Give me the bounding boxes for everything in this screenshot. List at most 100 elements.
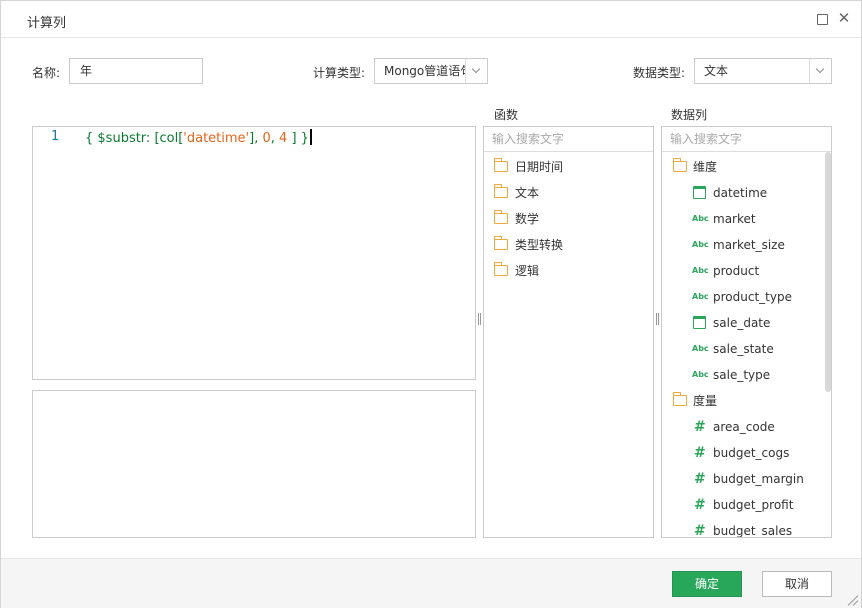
columns-search-input[interactable]: 输入搜索文字	[662, 127, 831, 152]
abc-icon: Abc	[692, 370, 709, 379]
column-item[interactable]: sale_date	[662, 310, 831, 336]
code-string: 'datetime'	[183, 131, 250, 146]
column-name: market	[713, 212, 756, 226]
abc-icon: Abc	[692, 344, 709, 353]
hash-icon: #	[694, 523, 706, 538]
confirm-button[interactable]: 确定	[672, 571, 742, 597]
functions-search-input[interactable]: 输入搜索文字	[484, 127, 653, 152]
hash-icon: #	[694, 471, 706, 487]
abc-icon: Abc	[692, 292, 709, 301]
expression-code: { $substr: [col['datetime'], 0, 4 ] }	[85, 129, 312, 146]
column-item[interactable]: # budget_profit	[662, 492, 831, 518]
folder-icon	[494, 262, 508, 276]
columns-scrollbar[interactable]	[825, 152, 831, 392]
function-category-label: 日期时间	[515, 160, 564, 174]
calculated-column-dialog: 计算列 ✕ 名称: 年 计算类型: Mongo管道语句 数据类型: 文本 1 {…	[0, 0, 862, 608]
maximize-icon[interactable]	[817, 14, 828, 25]
expression-preview-area[interactable]	[32, 390, 476, 538]
column-name: product	[713, 264, 760, 278]
column-name: datetime	[713, 186, 768, 200]
column-name: budget_profit	[713, 498, 794, 512]
column-item[interactable]: Abc market	[662, 206, 831, 232]
calc-type-dropdown-button[interactable]	[465, 59, 487, 83]
resize-grip-icon[interactable]	[847, 594, 859, 606]
code-bracket: ],	[249, 131, 263, 146]
column-item[interactable]: # area_code	[662, 414, 831, 440]
code-function: $substr: [col[	[97, 131, 184, 146]
calc-type-value: Mongo管道语句	[384, 64, 466, 78]
splitter-handle-right[interactable]	[655, 313, 660, 327]
abc-icon: Abc	[692, 266, 709, 275]
data-type-dropdown-button[interactable]	[809, 59, 831, 83]
column-name: budget_sales	[713, 524, 793, 538]
dialog-title: 计算列	[27, 16, 67, 31]
hash-icon: #	[694, 419, 706, 435]
folder-icon	[494, 210, 508, 224]
function-category-label: 逻辑	[515, 264, 540, 278]
calc-type-select[interactable]: Mongo管道语句	[374, 58, 488, 84]
column-name: area_code	[713, 420, 775, 434]
data-type-label: 数据类型:	[633, 66, 686, 80]
column-item[interactable]: # budget_margin	[662, 466, 831, 492]
folder-icon	[673, 158, 687, 172]
column-name: budget_margin	[713, 472, 804, 486]
calendar-icon	[693, 316, 706, 329]
column-item[interactable]: # budget_sales	[662, 518, 831, 538]
hash-icon: #	[694, 445, 706, 461]
function-category-item[interactable]: 日期时间	[484, 154, 653, 180]
splitter-handle-left[interactable]	[477, 313, 482, 327]
chevron-down-icon	[471, 64, 481, 74]
chevron-down-icon	[815, 64, 825, 74]
group-label: 维度	[693, 160, 718, 174]
data-type-select[interactable]: 文本	[694, 58, 832, 84]
code-open-brace: {	[85, 131, 98, 146]
column-item[interactable]: # budget_cogs	[662, 440, 831, 466]
expression-editor[interactable]: 1 { $substr: [col['datetime'], 0, 4 ] }	[32, 126, 476, 380]
folder-icon	[494, 184, 508, 198]
functions-panel: 输入搜索文字 日期时间 文本 数学 类型转换 逻辑	[483, 126, 654, 538]
measure-group[interactable]: 度量	[662, 388, 831, 414]
function-category-item[interactable]: 逻辑	[484, 258, 653, 284]
functions-panel-title: 函数	[494, 108, 519, 122]
calc-type-label: 计算类型:	[313, 66, 366, 80]
column-name: budget_cogs	[713, 446, 790, 460]
column-name: product_type	[713, 290, 792, 304]
column-item[interactable]: Abc product	[662, 258, 831, 284]
group-label: 度量	[693, 394, 718, 408]
function-category-label: 文本	[515, 186, 540, 200]
name-label: 名称:	[32, 66, 61, 80]
name-input[interactable]: 年	[69, 58, 203, 84]
code-number-start: 0	[262, 131, 271, 146]
abc-icon: Abc	[692, 240, 709, 249]
folder-icon	[494, 236, 508, 250]
column-item[interactable]: datetime	[662, 180, 831, 206]
dialog-titlebar: 计算列 ✕	[1, 1, 861, 38]
cancel-button[interactable]: 取消	[762, 571, 832, 597]
line-number: 1	[51, 129, 60, 144]
calendar-icon	[693, 186, 706, 199]
function-category-label: 类型转换	[515, 238, 564, 252]
data-type-value: 文本	[704, 64, 729, 78]
hash-icon: #	[694, 497, 706, 513]
function-category-item[interactable]: 类型转换	[484, 232, 653, 258]
column-name: sale_date	[713, 316, 771, 330]
function-category-item[interactable]: 数学	[484, 206, 653, 232]
columns-panel-title: 数据列	[671, 108, 708, 122]
code-comma: ,	[270, 131, 280, 146]
folder-icon	[673, 392, 687, 406]
column-item[interactable]: Abc sale_state	[662, 336, 831, 362]
column-name: sale_type	[713, 368, 771, 382]
column-name: sale_state	[713, 342, 774, 356]
text-cursor	[309, 129, 312, 145]
function-category-label: 数学	[515, 212, 540, 226]
folder-icon	[494, 158, 508, 172]
code-close: ] }	[287, 131, 309, 146]
column-name: market_size	[713, 238, 785, 252]
function-category-item[interactable]: 文本	[484, 180, 653, 206]
columns-panel: 输入搜索文字 维度 datetime Abc market Abc market…	[661, 126, 832, 538]
close-icon[interactable]: ✕	[837, 10, 851, 26]
dimension-group[interactable]: 维度	[662, 154, 831, 180]
column-item[interactable]: Abc market_size	[662, 232, 831, 258]
column-item[interactable]: Abc sale_type	[662, 362, 831, 388]
column-item[interactable]: Abc product_type	[662, 284, 831, 310]
